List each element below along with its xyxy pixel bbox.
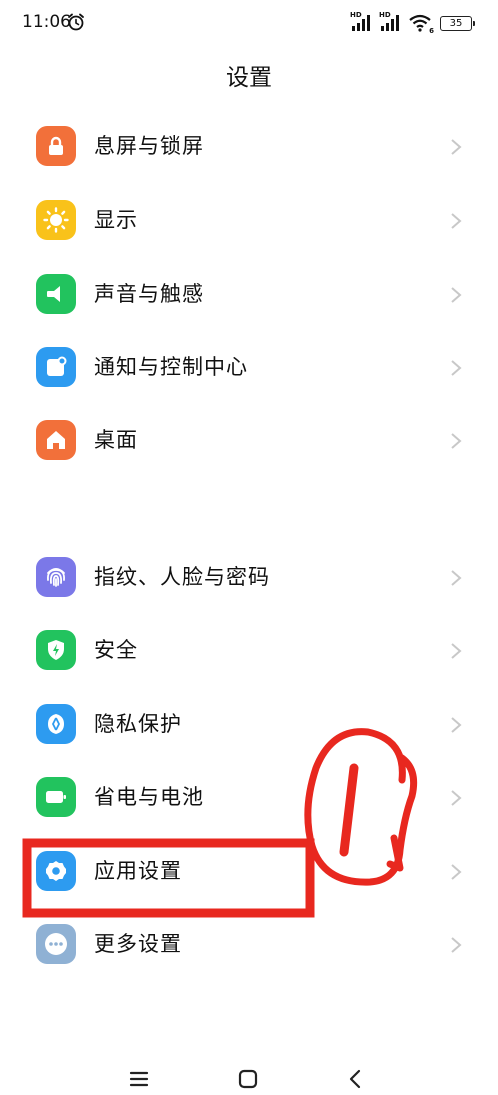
signal-tag: HD (379, 11, 391, 19)
settings-item-label: 隐私保护 (94, 712, 182, 736)
wifi-icon: 6 (408, 13, 434, 35)
settings-item-battery[interactable]: 省电与电池 (0, 761, 498, 834)
notification-icon (36, 347, 76, 387)
settings-item-sound[interactable]: 声音与触感 (0, 258, 498, 331)
fingerprint-icon (36, 557, 76, 597)
settings-item-label: 指纹、人脸与密码 (94, 565, 270, 589)
status-time: 11:06 (22, 12, 71, 32)
cellular-signal-icon-2: HD (379, 11, 403, 33)
chevron-right-icon (451, 213, 462, 229)
settings-item-label: 应用设置 (94, 859, 182, 883)
sun-icon (36, 200, 76, 240)
chevron-right-icon (451, 643, 462, 659)
settings-item-privacy[interactable]: 隐私保护 (0, 688, 498, 761)
speaker-icon (36, 274, 76, 314)
settings-item-label: 安全 (94, 638, 138, 662)
signal-tag: HD (350, 11, 362, 19)
shield-icon (36, 630, 76, 670)
chevron-right-icon (451, 864, 462, 880)
chevron-right-icon (451, 937, 462, 953)
status-bar: 11:06 HD HD 6 35 (0, 0, 498, 48)
battery-icon (36, 777, 76, 817)
settings-item-app-settings[interactable]: 应用设置 (0, 835, 498, 908)
back-icon[interactable] (345, 1068, 367, 1090)
wifi-tag: 6 (429, 27, 434, 35)
settings-item-label: 更多设置 (94, 932, 182, 956)
chevron-right-icon (451, 717, 462, 733)
navigation-bar (0, 1050, 498, 1095)
chevron-right-icon (451, 570, 462, 586)
settings-item-biometrics[interactable]: 指纹、人脸与密码 (0, 541, 498, 614)
settings-item-label: 显示 (94, 208, 138, 232)
chevron-right-icon (451, 360, 462, 376)
more-icon (36, 924, 76, 964)
settings-item-home-screen[interactable]: 桌面 (0, 404, 498, 477)
privacy-icon (36, 704, 76, 744)
settings-item-label: 声音与触感 (94, 282, 204, 306)
settings-item-label: 桌面 (94, 428, 138, 452)
battery-indicator: 35 (440, 15, 475, 31)
chevron-right-icon (451, 139, 462, 155)
settings-item-label: 息屏与锁屏 (94, 134, 204, 158)
alarm-icon (66, 12, 86, 32)
home-button-icon[interactable] (237, 1068, 259, 1090)
gear-icon (36, 851, 76, 891)
chevron-right-icon (451, 287, 462, 303)
settings-item-more-settings[interactable]: 更多设置 (0, 908, 498, 981)
menu-icon[interactable] (128, 1068, 150, 1090)
settings-item-display[interactable]: 显示 (0, 184, 498, 257)
settings-item-lock-screen[interactable]: 息屏与锁屏 (0, 110, 498, 183)
home-icon (36, 420, 76, 460)
chevron-right-icon (451, 433, 462, 449)
settings-item-security[interactable]: 安全 (0, 614, 498, 687)
page-title: 设置 (226, 65, 272, 91)
cellular-signal-icon-1: HD (350, 11, 374, 33)
lock-icon (36, 126, 76, 166)
settings-item-label: 通知与控制中心 (94, 355, 248, 379)
settings-item-label: 省电与电池 (94, 785, 204, 809)
settings-item-notifications[interactable]: 通知与控制中心 (0, 331, 498, 404)
chevron-right-icon (451, 790, 462, 806)
